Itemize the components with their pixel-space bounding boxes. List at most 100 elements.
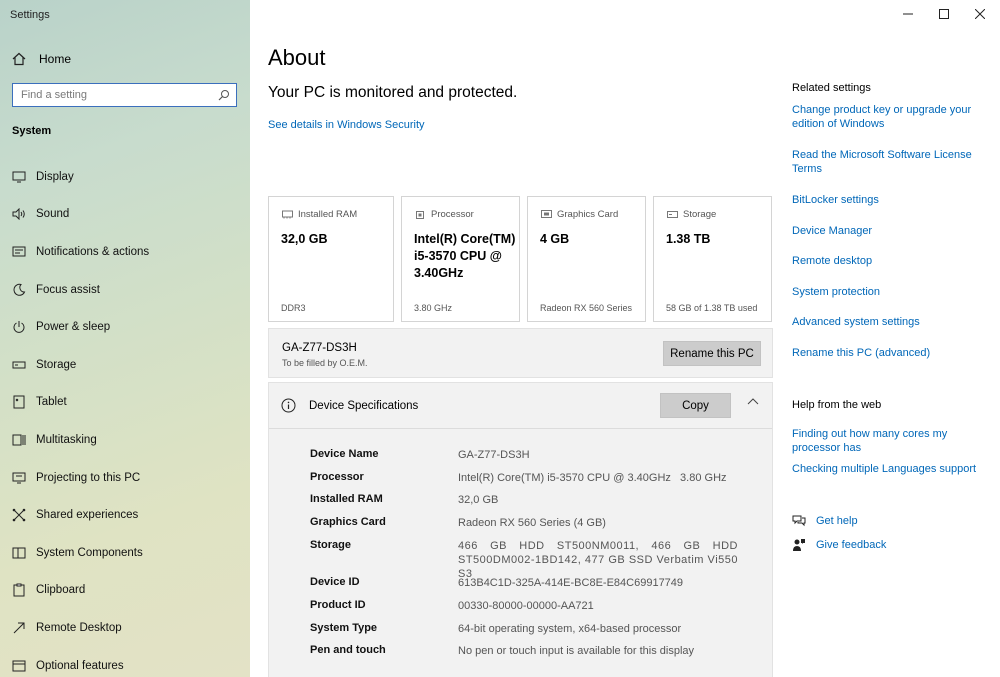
- remote-icon: [11, 620, 27, 636]
- card-graphics: Graphics Card 4 GB Radeon RX 560 Series: [527, 196, 646, 322]
- related-settings-header: Related settings: [792, 82, 871, 94]
- card-subtext: 3.80 GHz: [414, 303, 453, 313]
- card-label: Storage: [683, 209, 717, 220]
- home-label: Home: [39, 52, 72, 66]
- page-title: About: [268, 45, 326, 70]
- sidebar-item-optional-features[interactable]: Optional features: [0, 647, 250, 677]
- sidebar-item-label: Notifications & actions: [36, 245, 150, 258]
- window-title: Settings: [10, 9, 50, 21]
- sidebar-item-power-sleep[interactable]: Power & sleep: [0, 308, 250, 346]
- link-bitlocker[interactable]: BitLocker settings: [792, 193, 987, 207]
- spec-value: 613B4C1D-325A-414E-BC8E-E84C69917749: [458, 577, 684, 589]
- spec-key: Device ID: [310, 576, 360, 588]
- spec-value: Intel(R) Core(TM) i5-3570 CPU @ 3.40GHz …: [458, 472, 727, 484]
- projector-icon: [11, 470, 27, 486]
- get-help-label: Get help: [816, 514, 858, 527]
- moon-icon: [11, 282, 27, 298]
- spec-key: Pen and touch: [310, 644, 386, 656]
- give-feedback-label: Give feedback: [816, 539, 887, 551]
- link-license-terms[interactable]: Read the Microsoft Software License Term…: [792, 148, 987, 176]
- sidebar-item-system-components[interactable]: System Components: [0, 534, 250, 572]
- notification-icon: [11, 244, 27, 260]
- search-box[interactable]: [12, 83, 237, 107]
- card-label: Graphics Card: [557, 209, 619, 220]
- sidebar-item-label: Optional features: [36, 659, 124, 672]
- spec-value: Radeon RX 560 Series (4 GB): [458, 517, 606, 529]
- sidebar-item-label: Tablet: [36, 396, 67, 409]
- sidebar-home[interactable]: Home: [12, 50, 71, 68]
- rename-pc-button[interactable]: Rename this PC: [663, 341, 761, 366]
- sidebar-item-label: Clipboard: [36, 584, 86, 597]
- main-content: About Your PC is monitored and protected…: [250, 0, 780, 677]
- spec-key: Graphics Card: [310, 516, 386, 528]
- link-cores[interactable]: Finding out how many cores my processor …: [792, 427, 962, 455]
- storage-icon: [11, 357, 27, 373]
- card-subtext: DDR3: [281, 303, 306, 313]
- link-languages[interactable]: Checking multiple Languages support: [792, 462, 987, 476]
- card-value: 4 GB: [540, 232, 570, 246]
- sidebar-item-focus-assist[interactable]: Focus assist: [0, 271, 250, 309]
- spec-value: 32,0 GB: [458, 494, 499, 506]
- ram-icon: [282, 210, 293, 219]
- features-icon: [11, 658, 27, 674]
- sidebar-item-label: Storage: [36, 358, 77, 371]
- sidebar-item-label: Power & sleep: [36, 321, 111, 334]
- search-icon[interactable]: [218, 89, 230, 101]
- link-rename-pc-advanced[interactable]: Rename this PC (advanced): [792, 346, 987, 360]
- sidebar-item-tablet[interactable]: Tablet: [0, 384, 250, 422]
- spec-key: Product ID: [310, 599, 366, 611]
- spec-value: 00330-80000-00000-AA721: [458, 600, 594, 612]
- sidebar-item-clipboard[interactable]: Clipboard: [0, 572, 250, 610]
- spec-key: Storage: [310, 539, 351, 551]
- spec-cards: Installed RAM 32,0 GB DDR3 Processor Int…: [268, 196, 772, 322]
- card-storage: Storage 1.38 TB 58 GB of 1.38 TB used: [653, 196, 772, 322]
- sidebar-item-storage[interactable]: Storage: [0, 346, 250, 384]
- power-icon: [11, 319, 27, 335]
- pc-subtitle: To be filled by O.E.M.: [282, 358, 368, 368]
- link-device-manager[interactable]: Device Manager: [792, 224, 987, 238]
- sidebar-item-label: Focus assist: [36, 283, 100, 296]
- sidebar-item-display[interactable]: Display: [0, 158, 250, 196]
- device-specifications-panel: Device Specifications Copy Device Name G…: [268, 382, 773, 677]
- chevron-up-icon[interactable]: [747, 397, 759, 405]
- info-icon: [281, 398, 296, 413]
- sidebar-item-shared-experiences[interactable]: Shared experiences: [0, 496, 250, 534]
- card-label: Processor: [431, 209, 474, 220]
- pc-name: GA-Z77-DS3H: [282, 342, 357, 354]
- clipboard-icon: [11, 582, 27, 598]
- graphics-card-icon: [541, 210, 552, 218]
- link-change-product-key[interactable]: Change product key or upgrade your editi…: [792, 103, 987, 131]
- copy-button[interactable]: Copy: [660, 393, 731, 418]
- help-header: Help from the web: [792, 399, 882, 411]
- link-advanced-system-settings[interactable]: Advanced system settings: [792, 315, 987, 329]
- security-link[interactable]: See details in Windows Security: [268, 119, 425, 131]
- sidebar-item-label: Multitasking: [36, 433, 97, 446]
- sidebar-item-projecting[interactable]: Projecting to this PC: [0, 459, 250, 497]
- monitor-icon: [11, 169, 27, 185]
- search-input[interactable]: [21, 89, 218, 101]
- card-label: Installed RAM: [298, 209, 358, 220]
- sidebar-nav: Display Sound Notifications & actions Fo…: [0, 158, 250, 677]
- card-subtext: 58 GB of 1.38 TB used: [666, 303, 758, 313]
- sidebar-item-label: Sound: [36, 208, 70, 221]
- sidebar-item-notifications[interactable]: Notifications & actions: [0, 233, 250, 271]
- sidebar-item-label: Display: [36, 170, 74, 183]
- give-feedback-link[interactable]: Give feedback: [792, 538, 886, 552]
- device-specifications-header[interactable]: Device Specifications Copy: [269, 383, 772, 429]
- spec-key: Device Name: [310, 448, 379, 460]
- get-help-link[interactable]: Get help: [792, 514, 858, 527]
- spec-value: GA-Z77-DS3H: [458, 449, 530, 461]
- sidebar-item-multitasking[interactable]: Multitasking: [0, 421, 250, 459]
- card-value: 32,0 GB: [281, 232, 328, 246]
- section-label-system: System: [12, 125, 52, 137]
- link-remote-desktop[interactable]: Remote desktop: [792, 254, 987, 268]
- chat-help-icon: [792, 515, 806, 527]
- link-system-protection[interactable]: System protection: [792, 285, 987, 299]
- sidebar-item-sound[interactable]: Sound: [0, 196, 250, 234]
- device-specifications-title: Device Specifications: [309, 400, 419, 412]
- sidebar-item-remote-desktop[interactable]: Remote Desktop: [0, 609, 250, 647]
- spec-value: No pen or touch input is available for t…: [458, 645, 695, 657]
- spec-value: 466 GB HDD ST500NM0011, 466 GB HDD ST500…: [458, 540, 738, 580]
- sidebar-item-label: Shared experiences: [36, 509, 139, 522]
- card-value: 1.38 TB: [666, 232, 711, 246]
